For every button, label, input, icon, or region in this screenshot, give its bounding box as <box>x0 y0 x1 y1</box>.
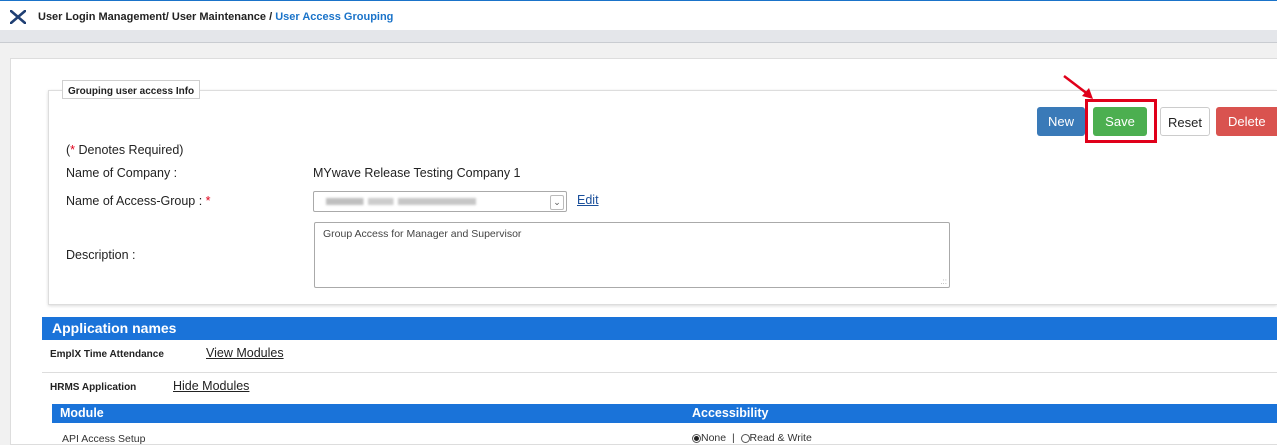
panel-legend: Grouping user access Info <box>62 80 201 99</box>
table-row: API Access Setup None | Read & Write <box>52 424 1277 445</box>
column-header-module: Module <box>60 406 104 420</box>
delete-button[interactable]: Delete <box>1216 107 1277 136</box>
module-name: API Access Setup <box>62 433 146 445</box>
radio-none[interactable] <box>692 433 701 443</box>
edit-link[interactable]: Edit <box>577 193 599 207</box>
annotation-arrow-icon <box>1063 75 1093 99</box>
new-button[interactable]: New <box>1037 107 1085 136</box>
resize-handle-icon[interactable]: .:: <box>940 277 947 286</box>
accessibility-options: None | Read & Write <box>692 432 812 444</box>
breadcrumb-item-user-login-management[interactable]: User Login Management <box>38 11 166 23</box>
application-name: HRMS Application <box>50 382 137 393</box>
company-label: Name of Company : <box>66 166 178 180</box>
application-name: EmplX Time Attendance <box>50 349 164 360</box>
view-modules-link[interactable]: View Modules <box>206 346 284 360</box>
hide-modules-link[interactable]: Hide Modules <box>173 379 249 393</box>
breadcrumb: User Login Management/ User Maintenance … <box>38 11 393 23</box>
description-value: Group Access for Manager and Supervisor <box>323 228 522 240</box>
save-highlight-box <box>1085 99 1157 143</box>
description-textarea[interactable]: Group Access for Manager and Supervisor … <box>314 222 950 288</box>
access-group-select[interactable]: ⌄ <box>313 191 567 212</box>
required-note: (* Denotes Required) <box>66 143 184 157</box>
top-bar: User Login Management/ User Maintenance … <box>0 0 1277 30</box>
reset-button[interactable]: Reset <box>1160 107 1210 136</box>
chevron-down-icon[interactable]: ⌄ <box>550 195 564 210</box>
module-table-header: Module Accessibility <box>52 404 1277 423</box>
breadcrumb-separator: / <box>165 11 169 23</box>
header-band <box>0 30 1277 43</box>
blurred-selected-value <box>326 198 476 205</box>
application-names-header: Application names <box>42 317 1277 340</box>
description-label: Description : <box>66 248 136 262</box>
breadcrumb-item-user-maintenance[interactable]: User Maintenance <box>172 11 266 23</box>
breadcrumb-current: User Access Grouping <box>275 11 394 23</box>
required-star-icon: * <box>205 194 211 208</box>
radio-read-write[interactable] <box>740 433 750 443</box>
app-logo-icon[interactable] <box>10 10 26 24</box>
access-group-label: Name of Access-Group : * <box>66 194 211 208</box>
row-divider <box>42 372 1277 373</box>
breadcrumb-separator: / <box>269 11 273 23</box>
column-header-accessibility: Accessibility <box>692 406 769 420</box>
company-value: MYwave Release Testing Company 1 <box>313 166 521 180</box>
